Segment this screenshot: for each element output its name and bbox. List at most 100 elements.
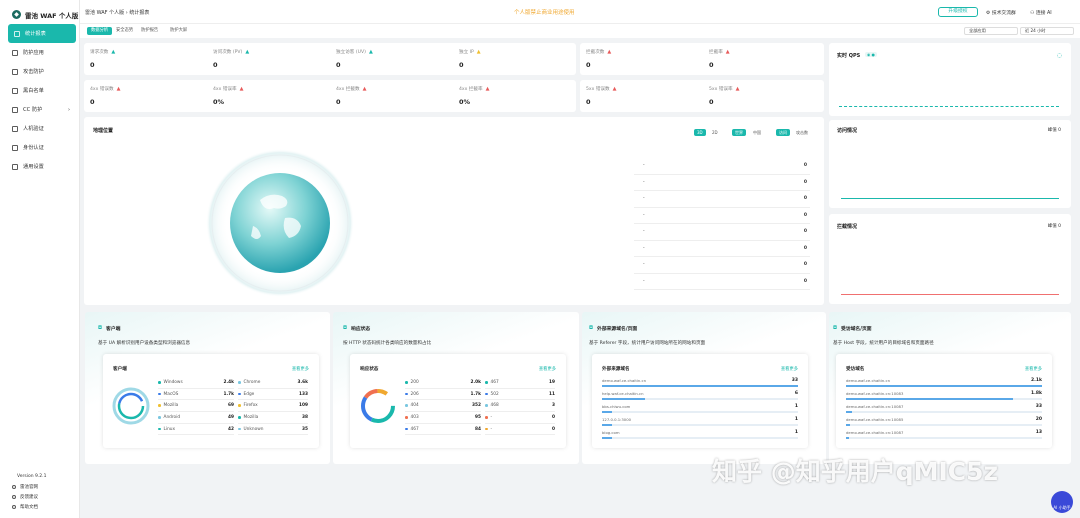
stat-item: 5xx 错误数 ▲ 0 [586, 86, 704, 106]
version-label: Version 9.2.1 [17, 474, 47, 479]
list-item-name: demo.waf-ce.chaitin.cn:10085 [846, 417, 904, 422]
list-item[interactable]: 127.0.0.1:3000 1 [602, 417, 798, 428]
referer-more-link[interactable]: 查看更多 [781, 366, 798, 372]
stat-item: 5xx 错误率 ▲ 0 [709, 86, 827, 106]
list-item-name: demo.waf-ce.chaitin.cn [602, 378, 646, 383]
table-row-value: 3 [552, 403, 555, 409]
tab-security[interactable]: 安全态势 [116, 27, 133, 35]
2d-button[interactable]: 2D [709, 129, 721, 136]
table-row: -0 [485, 412, 555, 424]
table-row-name: Linux [163, 426, 176, 432]
table-row-value: 95 [475, 414, 481, 420]
ai-assistant-button[interactable]: AI 小助手 [1051, 491, 1073, 513]
sidebar-item[interactable]: 身份认证 [0, 138, 80, 157]
list-item-bar [602, 410, 798, 413]
sidebar-item-label: 通用设置 [23, 164, 44, 170]
stat-icon: ▲ [612, 86, 617, 92]
table-row-value: 49 [228, 414, 234, 420]
table-row-name: Mozilla [243, 414, 259, 420]
tab-screen[interactable]: 防护大屏 [170, 27, 187, 35]
tab-report[interactable]: 防护报告 [141, 27, 158, 35]
sidebar-item[interactable]: 统计报表 [8, 24, 76, 43]
table-row-value: 3.6k [297, 379, 308, 385]
status-more-link[interactable]: 查看更多 [539, 366, 556, 372]
geo-row-name: - [643, 212, 645, 218]
stat-item: 独立 IP ▲ 0 [459, 49, 577, 69]
sidebar-item-label: 攻击防护 [23, 69, 44, 75]
stats-card-1: 请求次数 ▲ 0 访问次数 (PV) ▲ 0 独立访客 (UV) ▲ 0 独立 IP ▲ 0 [84, 43, 576, 75]
footer-link-docs[interactable]: 帮助文档 [12, 504, 38, 510]
sidebar-item[interactable]: CC 防护 › [0, 100, 80, 119]
stat-icon: ▲ [607, 49, 612, 55]
table-row: 200 2.0k [405, 377, 481, 389]
nav-icon [12, 87, 18, 94]
legend-dot [238, 404, 241, 407]
visit-button[interactable]: 访问 [776, 129, 790, 136]
legend-dot [405, 416, 408, 419]
sidebar-item[interactable]: 通用设置 [0, 157, 80, 176]
world-button[interactable]: 世界 [732, 129, 746, 136]
list-item[interactable]: help.waf-ce.chaitin.cn 6 [602, 391, 798, 402]
site-select[interactable]: 全部应用 [964, 27, 1018, 35]
qps-toggle[interactable]: ◉ ● [865, 52, 877, 57]
status-title-text: 响应状态 [351, 327, 371, 332]
referer-panel: 外部来源域名 查看更多 demo.waf-ce.chaitin.cn 33 help… [592, 354, 808, 448]
sidebar-item[interactable]: 黑白名单 [0, 81, 80, 100]
list-item[interactable]: bbs.chiwu.com 1 [602, 404, 798, 415]
time-select[interactable]: 近 24 小时 [1020, 27, 1074, 35]
host-more-link[interactable]: 查看更多 [1025, 366, 1042, 372]
list-item-value: 1 [794, 404, 798, 409]
list-item[interactable]: demo.waf-ce.chaitin.cn:10083 1.8k [846, 391, 1042, 402]
stat-label: 4xx 错误率 ▲ [213, 86, 331, 92]
sidebar-item[interactable]: 防护应用 [0, 43, 80, 62]
list-item-bar-fill [602, 397, 646, 400]
table-row-name: 468 [490, 403, 499, 409]
sidebar-item[interactable]: 攻击防护 [0, 62, 80, 81]
geo-row-name: - [643, 229, 645, 235]
connect-ai-link[interactable]: ⚇ 连接 AI [1030, 9, 1052, 16]
book-icon [12, 505, 16, 509]
settings-icon[interactable]: ◌ [1057, 52, 1062, 59]
3d-button[interactable]: 3D [694, 129, 706, 136]
list-item[interactable]: demo.waf-ce.chaitin.cn 2.1k [846, 378, 1042, 389]
table-row-name: 467 [490, 379, 499, 385]
visit-card: 访问情况 峰值 0 [829, 120, 1071, 208]
tech-group-link[interactable]: ⚙ 技术交流群 [986, 9, 1016, 16]
list-item-bar [846, 410, 1042, 413]
status-panel-title: 响应状态 [360, 367, 379, 372]
client-more-link[interactable]: 查看更多 [292, 366, 309, 372]
table-row-value: 109 [299, 403, 308, 409]
list-item[interactable]: demo.waf-ce.chaitin.cn 33 [602, 378, 798, 389]
brand[interactable]: ◆ 雷池 WAF 个人版 [0, 0, 79, 22]
stat-icon: ▲ [116, 86, 121, 92]
stat-value: 0 [336, 61, 341, 69]
china-button[interactable]: 中国 [750, 129, 764, 136]
geo-ranking: -0-0-0-0-0-0-0-0 [634, 158, 810, 290]
stat-value: 0 [336, 98, 341, 106]
report-tabs: 数据分析 安全态势 防护报告 防护大屏 全部应用 近 24 小时 [80, 24, 1080, 38]
list-item[interactable]: demo.waf-ce.chaitin.cn:10087 33 [846, 404, 1042, 415]
shield-icon [12, 485, 16, 489]
footer-link-feedback[interactable]: 反馈建议 [12, 494, 38, 500]
tab-analysis[interactable]: 数据分析 [87, 27, 113, 35]
list-item-bar-fill [846, 384, 1042, 387]
geo-row: -0 [634, 191, 810, 208]
list-item[interactable]: demo.waf-ce.chaitin.cn:10085 20 [846, 417, 1042, 428]
list-item[interactable]: demo.waf-ce.chaitin.cn:10087 13 [846, 430, 1042, 441]
stat-item: 请求次数 ▲ 0 [90, 49, 208, 69]
table-row: Linux 42 [158, 424, 234, 436]
attack-button[interactable]: 攻击数 [793, 129, 811, 136]
globe[interactable] [205, 148, 355, 298]
sidebar-item[interactable]: 人机验证 [0, 119, 80, 138]
upgrade-button[interactable]: 升级授权 [938, 7, 978, 17]
table-row-name: Firefox [243, 403, 258, 409]
legend-dot [485, 427, 488, 431]
list-item[interactable]: blog.com 1 [602, 430, 798, 441]
stat-label-text: 拦截次数 [586, 50, 605, 55]
table-row: Edge 133 [238, 389, 308, 401]
list-item-bar [602, 397, 798, 400]
table-row-name: 200 [410, 379, 419, 385]
stat-value: 0 [213, 61, 218, 69]
footer-link-official[interactable]: 雷池官网 [12, 484, 38, 490]
table-row-value: 133 [299, 391, 308, 397]
